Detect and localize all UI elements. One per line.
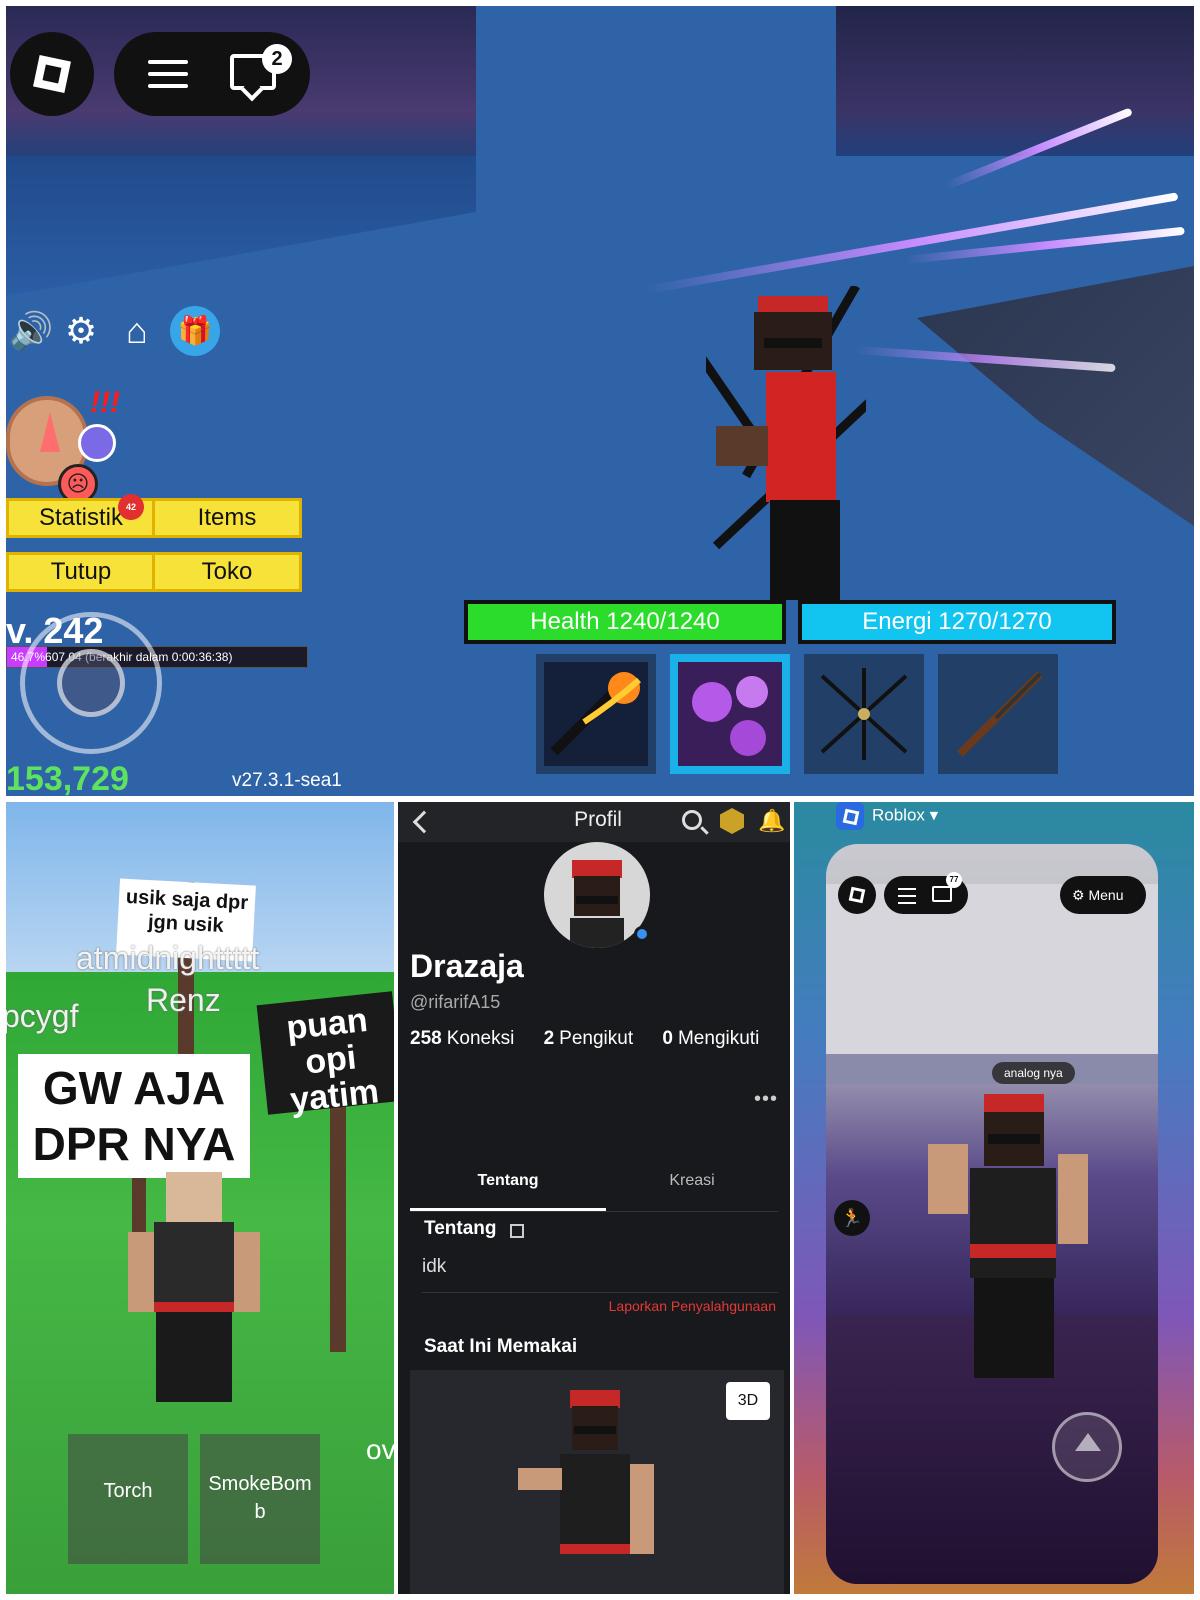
chat-icon[interactable] [932, 886, 952, 902]
sky-right [836, 6, 1194, 156]
report-abuse-link[interactable]: Laporkan Penyalahgunaan [609, 1298, 776, 1314]
money-counter: 153,729 [6, 760, 129, 796]
menu-label: Menu [1088, 887, 1124, 903]
game-screen-signs: usik saja dpr jgn usik atmidnighttttt Re… [6, 802, 394, 1594]
version-label: v27.3.1-sea1 [232, 770, 342, 791]
rifle-icon [957, 671, 1043, 757]
app-preview-card[interactable]: 77 ⚙ Menu analog nya 🏃 [826, 844, 1158, 1584]
hotbar-slot-1[interactable] [536, 654, 656, 774]
avatar-preview[interactable]: 3D [410, 1370, 784, 1594]
shop-button[interactable]: Toko [152, 552, 302, 592]
fire-fist-icon [550, 672, 641, 756]
roblox-menu-button[interactable] [10, 32, 94, 116]
about-text: idk [422, 1256, 447, 1277]
joystick-thumb[interactable] [57, 649, 125, 717]
edit-icon[interactable] [510, 1224, 524, 1238]
bell-icon[interactable]: 🔔 [758, 808, 785, 834]
tool-slot-smokebomb[interactable]: SmokeBom b [200, 1434, 320, 1564]
avatar-full-body [518, 1390, 654, 1554]
home-icon[interactable]: ⌂ [112, 306, 162, 356]
roblox-app-icon [836, 802, 864, 830]
sea-left [6, 156, 476, 296]
name-tag: pcygf [6, 998, 79, 1034]
page-title: Profil [574, 808, 622, 831]
tab-creations[interactable]: Kreasi [594, 1172, 790, 1190]
sign-main-line2: DPR NYA [32, 1118, 236, 1170]
tool-slot-torch[interactable]: Torch [68, 1434, 188, 1564]
hotbar-slot-4[interactable] [938, 654, 1058, 774]
divider [410, 1211, 778, 1212]
stat-following[interactable]: 0 Mengikuti [662, 1028, 759, 1049]
alert-marks: !!! [90, 386, 120, 419]
player-avatar [706, 286, 866, 600]
items-button[interactable]: Items [152, 498, 302, 538]
profile-screen: Profil 🔔 Drazaja @rifarifA15 258 Koneksi … [398, 802, 790, 1594]
tool-label: SmokeBom b [208, 1473, 312, 1523]
chat-badge: 2 [262, 44, 292, 74]
roblox-menu-button[interactable] [838, 876, 876, 914]
emote-icon[interactable]: 🏃 [834, 1200, 870, 1236]
stat-followers[interactable]: 2 Pengikut [544, 1028, 634, 1049]
stat-connections[interactable]: 258 Koneksi [410, 1028, 514, 1049]
hud-icon-row: 🔊 ⚙ ⌂ 🎁 [6, 306, 246, 356]
name-tag: atmidnighttttt [76, 940, 260, 976]
gear-icon: ⚙ [1072, 887, 1089, 903]
close-button[interactable]: Tutup [6, 552, 156, 592]
hamburger-icon[interactable] [148, 60, 188, 88]
crossed-swords-icon [820, 668, 908, 760]
3d-toggle-button[interactable]: 3D [726, 1382, 770, 1420]
speaker-icon[interactable]: 🔊 [6, 306, 56, 356]
username: @rifarifA15 [410, 992, 501, 1012]
name-tag: Renz [146, 982, 221, 1018]
energy-bar: Energi 1270/1270 [798, 600, 1116, 644]
tool-label: Torch [103, 1480, 153, 1502]
edge-text: ov [366, 1434, 394, 1465]
sign-main: GW AJA DPR NYA [18, 1054, 250, 1178]
stats-badge: 42 [118, 494, 144, 520]
purple-saws-icon [692, 676, 768, 756]
menu-button[interactable]: ⚙ Menu [1060, 876, 1146, 914]
player-avatar [128, 1172, 260, 1402]
player-avatar [928, 1094, 1088, 1378]
hotbar-slot-2[interactable] [670, 654, 790, 774]
joystick[interactable] [20, 612, 162, 754]
divider [422, 1292, 778, 1293]
jump-button[interactable] [1052, 1412, 1122, 1482]
profile-header: Profil 🔔 [398, 802, 790, 842]
app-switcher-title[interactable]: Roblox ▾ [836, 802, 938, 832]
game-screen-top: 2 🔊 ⚙ ⌂ 🎁 !!! ☹ Statistik 42 Items Tutup… [6, 6, 1194, 796]
hamburger-icon[interactable] [898, 888, 916, 909]
online-status-dot [634, 926, 650, 942]
health-bar: Health 1240/1240 [464, 600, 786, 644]
more-options-icon[interactable]: ••• [754, 1088, 778, 1111]
app-name: Roblox ▾ [872, 805, 939, 825]
tab-about[interactable]: Tentang [410, 1172, 606, 1190]
menu-chat-pill: 2 [114, 32, 310, 116]
sign-main-line1: GW AJA [42, 1062, 226, 1114]
robux-icon[interactable] [720, 808, 744, 834]
profile-stats: 258 Koneksi 2 Pengikut 0 Mengikuti [410, 1028, 759, 1050]
gift-icon[interactable]: 🎁 [170, 306, 220, 356]
sign-right: puan opi yatim [256, 991, 394, 1119]
about-heading: Tentang [424, 1218, 497, 1239]
aura-ability-icon[interactable] [78, 424, 116, 462]
display-name: Drazaja [410, 948, 524, 984]
app-switcher: Roblox ▾ 77 ⚙ Menu analog nya 🏃 [794, 802, 1194, 1594]
settings-warning-icon[interactable]: ⚙ [56, 306, 106, 356]
chat-badge: 77 [946, 872, 962, 888]
search-icon[interactable] [682, 810, 702, 830]
wearing-heading: Saat Ini Memakai [424, 1336, 578, 1357]
back-icon[interactable] [412, 810, 436, 834]
hotbar-slot-3[interactable] [804, 654, 924, 774]
speech-bubble: analog nya [992, 1062, 1075, 1084]
dock-floor [916, 266, 1194, 526]
